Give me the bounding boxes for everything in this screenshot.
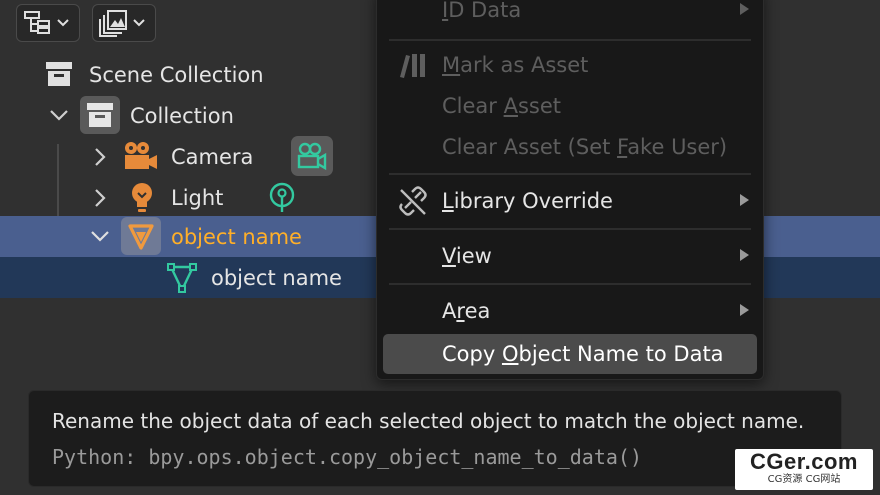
tooltip-python: Python: bpy.ops.object.copy_object_name_… bbox=[52, 445, 643, 469]
menu-item-clear-asset-fake-user[interactable]: Clear Asset (Set Fake User) bbox=[377, 127, 763, 167]
library-override-icon bbox=[397, 186, 429, 220]
camera-data-icon[interactable] bbox=[291, 136, 333, 176]
menu-item-label: Clear Asset (Set bbox=[442, 135, 618, 159]
submenu-arrow-icon bbox=[738, 302, 750, 321]
submenu-arrow-icon bbox=[738, 192, 750, 211]
menu-item-label: ea bbox=[464, 299, 491, 323]
camera-icon bbox=[122, 140, 160, 174]
outliner-row-label: object name bbox=[171, 224, 302, 249]
light-data-icon[interactable] bbox=[268, 181, 296, 215]
collection-box-icon bbox=[80, 96, 120, 134]
menu-item-label: ibrary Override bbox=[453, 189, 613, 213]
watermark-logo: CGer.com CG资源 CG网站 bbox=[735, 449, 873, 490]
menu-item-label: iew bbox=[455, 244, 492, 268]
menu-item-copy-object-name-to-data[interactable]: Copy Object Name to Data bbox=[383, 334, 757, 374]
mnemonic: O bbox=[501, 342, 519, 366]
filter-dropdown[interactable] bbox=[92, 4, 156, 42]
chevron-down-icon[interactable] bbox=[48, 107, 70, 127]
menu-separator bbox=[389, 39, 751, 41]
menu-item-label: sset bbox=[517, 94, 562, 118]
chevron-down-icon bbox=[56, 18, 70, 28]
outliner-row-label: Camera bbox=[171, 144, 254, 169]
menu-item-id-data[interactable]: ID Data bbox=[377, 0, 763, 30]
outliner-row-label: Light bbox=[171, 185, 224, 210]
menu-item-library-override[interactable]: Library Override bbox=[377, 181, 763, 221]
menu-item-label: Copy bbox=[442, 342, 502, 366]
mnemonic: r bbox=[456, 299, 465, 323]
outliner-row-label: object name bbox=[211, 265, 342, 290]
chevron-right-icon[interactable] bbox=[92, 146, 108, 172]
tooltip-description: Rename the object data of each selected … bbox=[52, 409, 805, 433]
chevron-right-icon[interactable] bbox=[92, 187, 108, 213]
mesh-object-icon bbox=[121, 217, 161, 255]
submenu-arrow-icon bbox=[738, 247, 750, 266]
asset-icon bbox=[397, 51, 429, 83]
menu-item-view[interactable]: View bbox=[377, 236, 763, 276]
mnemonic: V bbox=[442, 244, 456, 268]
menu-item-area[interactable]: Area bbox=[377, 291, 763, 331]
menu-item-label: bject Name to Data bbox=[518, 342, 724, 366]
menu-item-label: ake User) bbox=[627, 135, 728, 159]
mesh-data-icon bbox=[166, 262, 198, 294]
menu-item-label: ark as Asset bbox=[460, 53, 589, 77]
chevron-down-icon[interactable] bbox=[89, 228, 111, 248]
watermark-title: CGer.com bbox=[750, 449, 858, 474]
image-stack-icon bbox=[99, 9, 129, 37]
mnemonic: M bbox=[442, 53, 461, 77]
menu-item-label: D Data bbox=[448, 0, 522, 22]
context-menu: ID Data Mark as Asset Clear Asset Clear … bbox=[376, 0, 764, 380]
menu-separator bbox=[389, 283, 751, 285]
mnemonic: L bbox=[442, 189, 454, 213]
menu-item-label: Clear bbox=[442, 94, 504, 118]
light-bulb-icon bbox=[128, 181, 156, 215]
display-mode-dropdown[interactable] bbox=[16, 4, 80, 42]
outliner-row-label: Scene Collection bbox=[89, 62, 264, 87]
menu-item-mark-as-asset[interactable]: Mark as Asset bbox=[377, 45, 763, 85]
menu-separator bbox=[389, 173, 751, 175]
menu-separator bbox=[389, 228, 751, 230]
watermark-subtitle: CG资源 CG网站 bbox=[767, 474, 841, 485]
mnemonic: A bbox=[503, 94, 518, 118]
menu-item-label: A bbox=[442, 299, 457, 323]
collection-box-icon bbox=[44, 60, 74, 88]
outliner-tree-icon bbox=[23, 10, 53, 36]
chevron-down-icon bbox=[132, 18, 146, 28]
tooltip: Rename the object data of each selected … bbox=[28, 390, 842, 487]
menu-item-clear-asset[interactable]: Clear Asset bbox=[377, 86, 763, 126]
outliner-row-label: Collection bbox=[130, 103, 234, 128]
submenu-arrow-icon bbox=[738, 1, 750, 20]
mnemonic: F bbox=[617, 135, 628, 159]
